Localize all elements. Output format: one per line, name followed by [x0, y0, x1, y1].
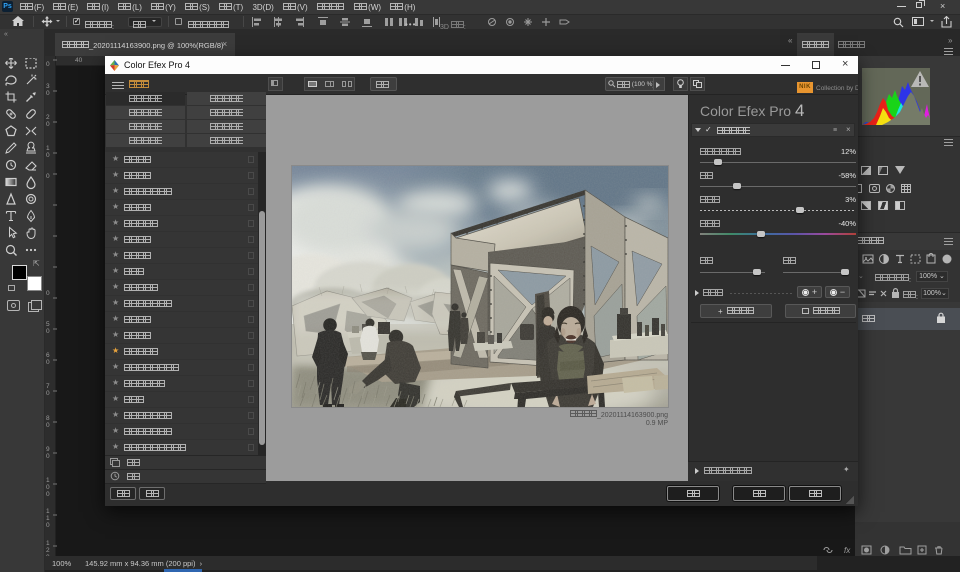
svg-text:6: 6: [46, 352, 50, 359]
svg-text:0: 0: [46, 121, 50, 128]
svg-text:0: 0: [46, 90, 50, 97]
svg-text:0: 0: [46, 61, 50, 68]
svg-text:0: 0: [46, 522, 50, 529]
svg-text:0: 0: [46, 453, 50, 460]
svg-text:0: 0: [46, 390, 50, 397]
svg-text:0: 0: [46, 173, 50, 180]
svg-text:3: 3: [46, 83, 50, 90]
svg-text:1: 1: [46, 515, 50, 522]
svg-text:0: 0: [46, 484, 50, 491]
svg-text:0: 0: [46, 152, 50, 159]
svg-text:0: 0: [46, 290, 50, 297]
svg-text:8: 8: [46, 415, 50, 422]
svg-text:9: 9: [46, 446, 50, 453]
svg-text:0: 0: [46, 328, 50, 335]
svg-text:0: 0: [46, 491, 50, 498]
svg-text:5: 5: [46, 321, 50, 328]
svg-text:2: 2: [46, 114, 50, 121]
svg-text:1: 1: [46, 145, 50, 152]
svg-text:1: 1: [46, 477, 50, 484]
svg-text:7: 7: [46, 383, 50, 390]
svg-text:1: 1: [46, 540, 50, 547]
svg-text:0: 0: [46, 359, 50, 366]
svg-text:fx: fx: [844, 546, 851, 555]
svg-text:0: 0: [46, 422, 50, 429]
svg-text:1: 1: [46, 508, 50, 515]
svg-text:2: 2: [46, 547, 50, 554]
